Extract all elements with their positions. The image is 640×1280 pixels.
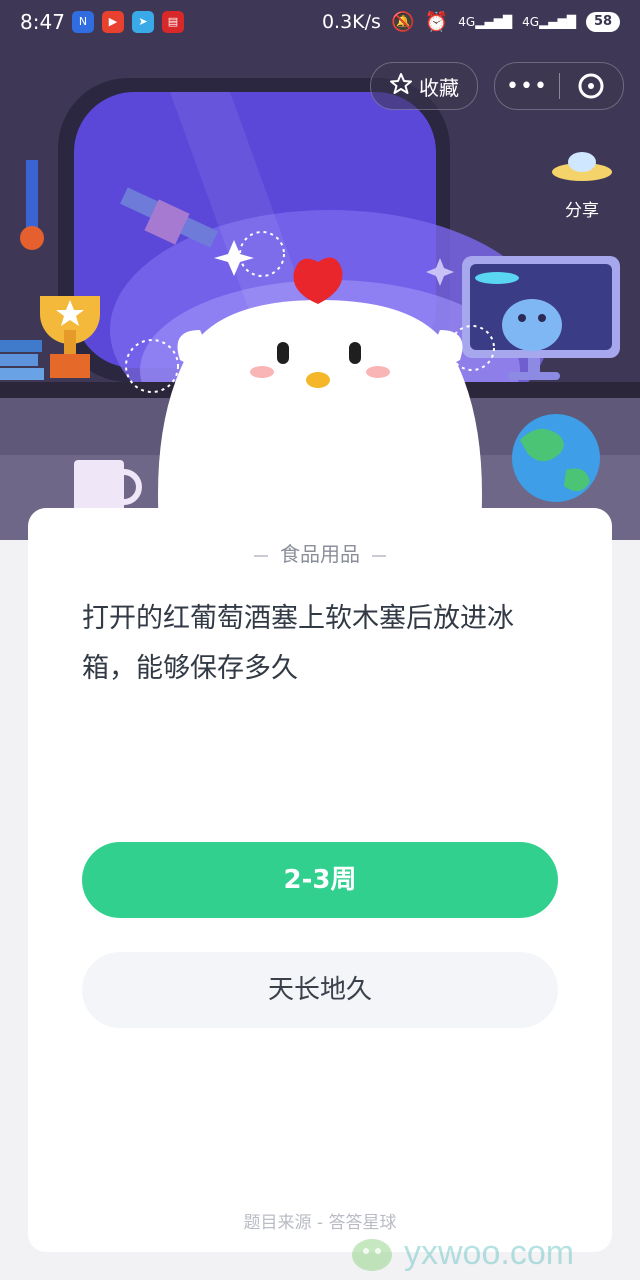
notification-app-n-icon: N [72, 11, 94, 33]
share-button[interactable]: 分享 [546, 152, 618, 221]
notification-app-telegram-icon: ➤ [132, 11, 154, 33]
question-category: 食品用品 [28, 538, 612, 567]
status-time: 8:47 [20, 10, 65, 34]
signal-icon-1: 4G▂▄▆█ [458, 14, 513, 29]
network-speed: 0.3K/s [321, 10, 381, 33]
question-text: 打开的红葡萄酒塞上软木塞后放进冰箱，能够保存多久 [82, 603, 514, 684]
watermark-text: yxwoo.com [404, 1233, 575, 1272]
site-watermark: yxwoo.com [350, 1228, 640, 1278]
close-button[interactable] [560, 71, 622, 101]
question-card: 食品用品 打开的红葡萄酒塞上软木塞后放进冰箱，能够保存多久 2-3周 天长地久 … [28, 508, 612, 1252]
notification-app-news-icon: ▤ [162, 11, 184, 33]
answer-option-2[interactable]: 天长地久 [82, 952, 558, 1028]
favorite-button[interactable]: 收藏 [370, 62, 478, 110]
mute-icon: 🔕 [390, 11, 415, 33]
favorite-label: 收藏 [419, 75, 459, 100]
battery-icon: 58 [586, 11, 620, 32]
star-icon [389, 72, 413, 101]
mini-program-capsule: ••• [494, 62, 624, 110]
notification-icons: N ▶ ➤ ▤ [72, 11, 184, 33]
status-right: 0.3K/s 🔕 ⏰ 4G▂▄▆█ 4G▂▄▆█ 58 [322, 10, 620, 33]
signal-icon-2: 4G▂▄▆█ [522, 14, 576, 29]
more-button[interactable]: ••• [495, 74, 559, 99]
status-bar: 8:47 N ▶ ➤ ▤ 0.3K/s 🔕 ⏰ 4G▂▄▆█ 4G▂▄▆█ 58 [0, 0, 640, 44]
globe-icon [512, 414, 600, 502]
alarm-icon: ⏰ [424, 11, 449, 33]
notification-app-video-icon: ▶ [102, 11, 124, 33]
answer-option-1[interactable]: 2-3周 [82, 842, 558, 918]
share-label: 分享 [565, 201, 599, 221]
watermark-logo-icon [352, 1239, 392, 1271]
close-circle-icon [578, 73, 604, 99]
